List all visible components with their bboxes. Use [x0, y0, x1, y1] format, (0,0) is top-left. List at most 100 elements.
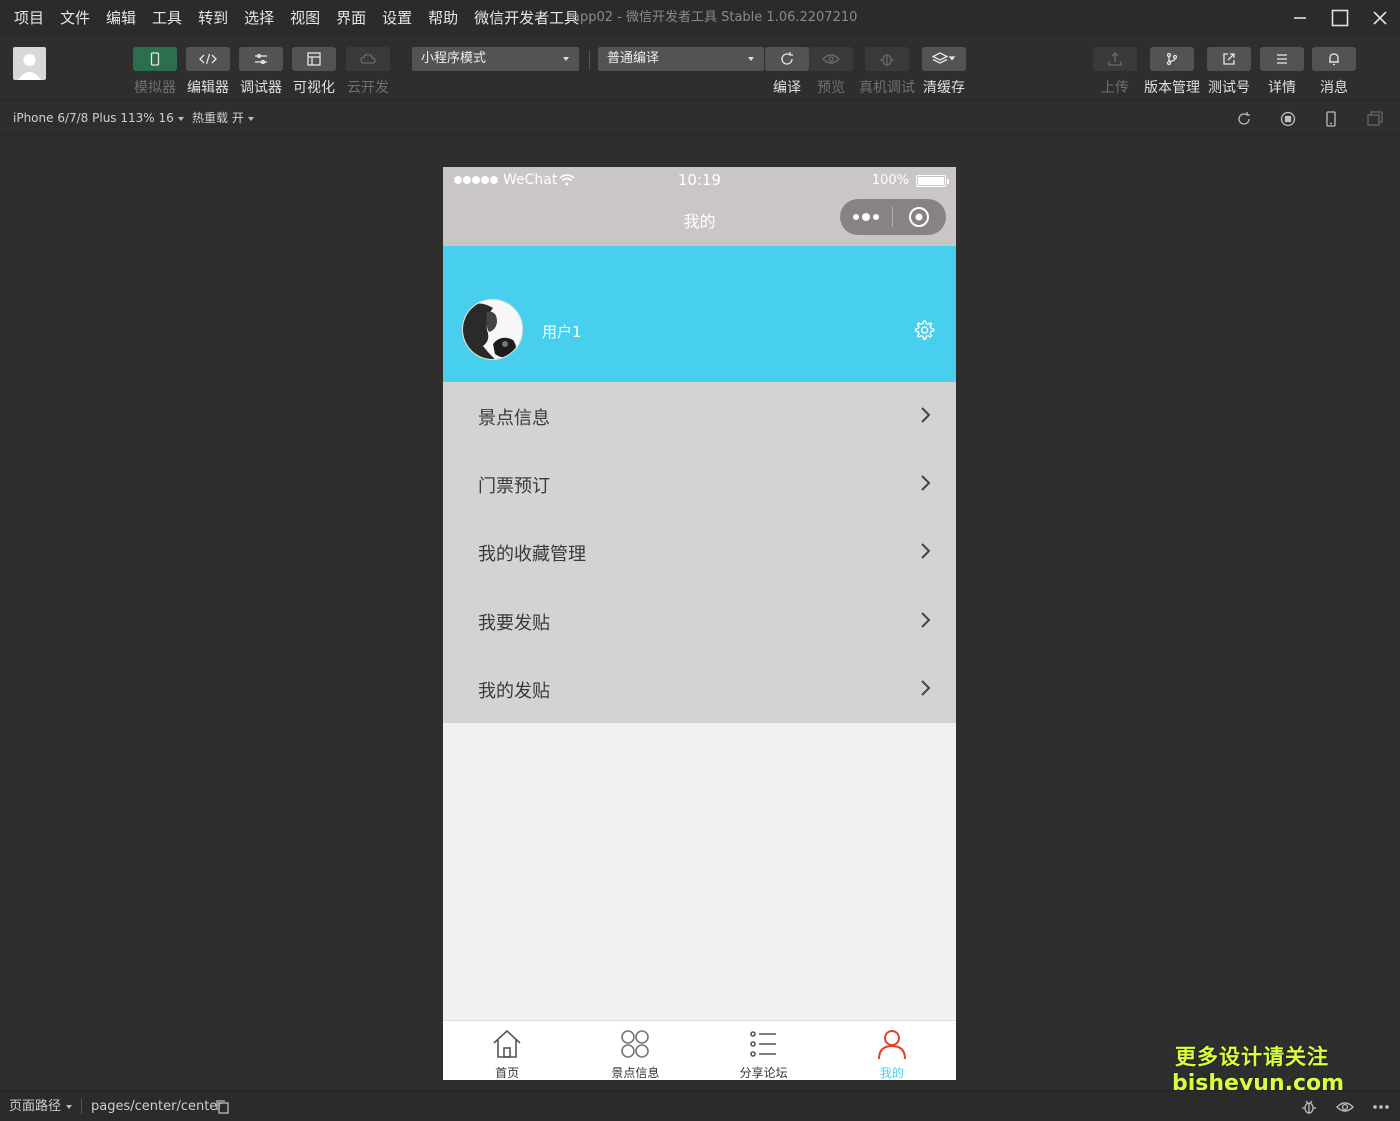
exit-button[interactable]	[893, 199, 945, 235]
window-controls	[1280, 0, 1400, 36]
menu-item[interactable]: 项目	[6, 0, 52, 36]
nav-bar: 我的	[443, 194, 956, 246]
menu-item[interactable]: 选择	[236, 0, 282, 36]
more-button[interactable]	[840, 199, 892, 235]
preview-toggle[interactable]	[1336, 1098, 1354, 1116]
menu-item[interactable]: 转到	[190, 0, 236, 36]
list-item[interactable]: 我要发贴	[443, 587, 956, 655]
device-select[interactable]: iPhone 6/7/8 Plus 113% 16	[13, 101, 184, 135]
list-item[interactable]: 景点信息	[443, 382, 956, 450]
menu-item[interactable]: 文件	[52, 0, 98, 36]
watermark-line1: 更多设计请关注	[1175, 1045, 1329, 1069]
device-button[interactable]	[1322, 110, 1340, 128]
menu-item[interactable]: 设置	[374, 0, 420, 36]
copy-path-button[interactable]	[214, 1098, 232, 1116]
real-debug-label: 真机调试	[859, 80, 915, 96]
list-item-label: 景点信息	[478, 408, 550, 429]
layout-icon	[307, 52, 321, 66]
eye-icon	[1336, 1102, 1354, 1112]
battery-icon	[916, 175, 946, 187]
clear-cache-label: 清缓存	[923, 80, 965, 96]
mode-select-value: 小程序模式	[421, 51, 487, 66]
phone-icon	[150, 52, 160, 66]
chevron-right-icon	[920, 474, 932, 492]
test-account-button[interactable]: 测试号	[1207, 47, 1251, 96]
tab-bar: 首页 景点信息 分享论坛 我的	[443, 1020, 956, 1080]
preview-button[interactable]: 预览	[809, 47, 853, 96]
divider	[589, 50, 590, 70]
page-path-select[interactable]: 页面路径	[9, 1091, 73, 1121]
cloud-label: 云开发	[347, 80, 389, 96]
visual-label: 可视化	[293, 80, 335, 96]
bell-icon	[1329, 53, 1339, 66]
settings-button[interactable]	[913, 319, 935, 341]
chevron-right-icon	[920, 611, 932, 629]
debugger-label: 调试器	[240, 80, 282, 96]
menu-item[interactable]: 帮助	[420, 0, 466, 36]
capsule-menu	[840, 199, 946, 235]
list-item[interactable]: 我的收藏管理	[443, 518, 956, 586]
debug-icon	[255, 53, 267, 65]
tab-label: 分享论坛	[739, 1066, 788, 1080]
details-label: 详情	[1268, 80, 1296, 96]
cloud-button[interactable]: 云开发	[346, 47, 390, 96]
branch-icon	[1166, 52, 1178, 66]
clear-cache-button[interactable]: 清缓存	[922, 47, 966, 96]
menu-item[interactable]: 编辑	[98, 0, 144, 36]
detach-button[interactable]	[1366, 110, 1384, 128]
tab-3[interactable]: 分享论坛	[700, 1021, 828, 1080]
debugger-button[interactable]: 调试器	[239, 47, 283, 96]
maximize-button[interactable]	[1320, 0, 1360, 36]
grid-icon	[619, 1028, 651, 1060]
menu-item[interactable]: 视图	[282, 0, 328, 36]
username: 用户1	[542, 323, 582, 341]
stop-button[interactable]	[1279, 110, 1297, 128]
real-debug-button[interactable]: 真机调试	[859, 47, 915, 96]
menu-icon	[1277, 54, 1287, 64]
chevron-down-icon	[66, 1104, 73, 1109]
bug-button[interactable]	[1300, 1098, 1318, 1116]
visual-button[interactable]: 可视化	[292, 47, 336, 96]
avatar[interactable]	[462, 299, 523, 360]
editor-button[interactable]: 编辑器	[186, 47, 230, 96]
menu-item[interactable]: 界面	[328, 0, 374, 36]
chevron-down-icon	[748, 57, 754, 61]
tab-label: 首页	[495, 1066, 520, 1080]
more-options-button[interactable]	[1372, 1098, 1390, 1116]
mode-select[interactable]: 小程序模式	[412, 47, 579, 71]
maximize-icon	[1331, 9, 1349, 27]
menu-item[interactable]: 微信开发者工具	[466, 0, 587, 36]
page-path: pages/center/center	[91, 1099, 223, 1114]
simulator-toolbar: iPhone 6/7/8 Plus 113% 16 热重载 开	[0, 100, 1400, 135]
list-item[interactable]: 我的发贴	[443, 655, 956, 723]
hot-reload-select[interactable]: 热重载 开	[192, 101, 254, 135]
tab-label: 我的	[879, 1066, 904, 1080]
tab-1[interactable]: 首页	[443, 1021, 571, 1080]
battery-tip	[947, 179, 949, 184]
gear-icon	[914, 320, 935, 340]
tab-4[interactable]: 我的	[828, 1021, 956, 1080]
window-icon	[1367, 111, 1383, 126]
bug-icon	[880, 54, 894, 66]
divider	[81, 1099, 82, 1114]
simulator-label: 模拟器	[134, 80, 176, 96]
messages-button[interactable]: 消息	[1312, 47, 1356, 96]
minimize-button[interactable]	[1280, 0, 1320, 36]
version-button[interactable]: 版本管理	[1144, 47, 1200, 96]
avatar-image	[463, 300, 522, 359]
menu-item[interactable]: 工具	[144, 0, 190, 36]
preview-label: 预览	[817, 80, 845, 96]
simulator-button[interactable]: 模拟器	[133, 47, 177, 96]
window-title: app02 - 微信开发者工具 Stable 1.06.2207210	[572, 10, 858, 25]
details-button[interactable]: 详情	[1260, 47, 1304, 96]
compile-select[interactable]: 普通编译	[598, 47, 764, 71]
user-avatar[interactable]	[13, 47, 46, 80]
rotate-button[interactable]	[1235, 110, 1253, 128]
chevron-right-icon	[920, 679, 932, 697]
tab-2[interactable]: 景点信息	[571, 1021, 699, 1080]
list-item[interactable]: 门票预订	[443, 450, 956, 518]
upload-button[interactable]: 上传	[1093, 47, 1137, 96]
stop-icon	[1280, 111, 1296, 127]
target-icon	[909, 207, 929, 227]
close-window-button[interactable]	[1360, 0, 1400, 36]
